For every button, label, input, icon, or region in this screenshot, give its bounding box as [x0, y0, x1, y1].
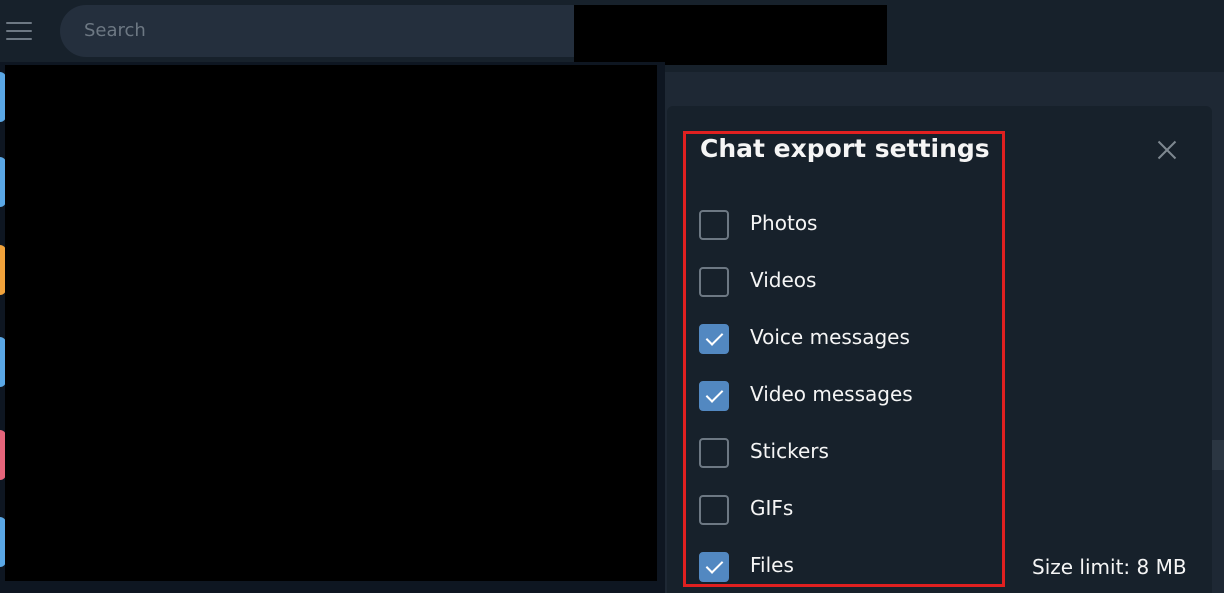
- highlight-annotation: [683, 131, 1005, 587]
- size-limit-label[interactable]: Size limit: 8 MB: [1032, 555, 1187, 579]
- close-icon[interactable]: [1155, 138, 1179, 162]
- top-bar: Search: [0, 0, 1224, 65]
- hamburger-menu-icon[interactable]: [4, 20, 34, 42]
- search-input[interactable]: Search: [60, 5, 620, 57]
- divider: [1212, 440, 1224, 470]
- redacted-area: [574, 5, 887, 65]
- redacted-area: [5, 65, 657, 581]
